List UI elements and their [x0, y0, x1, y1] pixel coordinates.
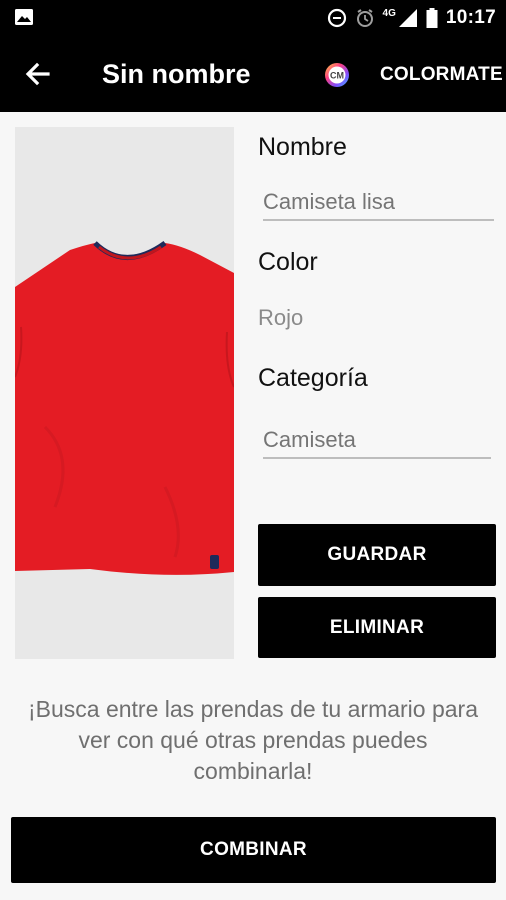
color-label: Color [258, 248, 318, 276]
logo-text: CM [330, 71, 344, 81]
alarm-icon [356, 9, 373, 27]
back-arrow-icon[interactable] [22, 58, 54, 90]
image-icon [15, 9, 33, 25]
page-title: Sin nombre [102, 59, 251, 89]
status-bar: 4G 10:17 [0, 0, 506, 36]
category-input[interactable] [263, 427, 491, 459]
colormate-logo-icon[interactable]: CM [324, 62, 350, 88]
color-value: Rojo [258, 305, 304, 330]
combine-hint-text: ¡Busca entre las prendas de tu armario p… [27, 696, 479, 784]
category-label: Categoría [258, 364, 368, 392]
status-icons: 4G 10:17 [327, 6, 496, 30]
garment-photo [15, 127, 234, 659]
delete-button[interactable]: ELIMINAR [258, 597, 496, 658]
signal-icon [398, 9, 417, 27]
red-tshirt-image [15, 127, 234, 659]
battery-icon [426, 8, 438, 28]
data-saver-icon [327, 8, 346, 28]
name-input[interactable] [263, 189, 494, 221]
combine-button[interactable]: COMBINAR [11, 817, 496, 883]
save-button[interactable]: GUARDAR [258, 524, 496, 586]
name-label: Nombre [258, 133, 347, 161]
network-type: 4G [382, 7, 396, 19]
status-time: 10:17 [445, 7, 496, 28]
colormate-button[interactable]: COLORMATE [380, 64, 503, 86]
app-bar: Sin nombre CM COLORMATE [0, 36, 506, 112]
